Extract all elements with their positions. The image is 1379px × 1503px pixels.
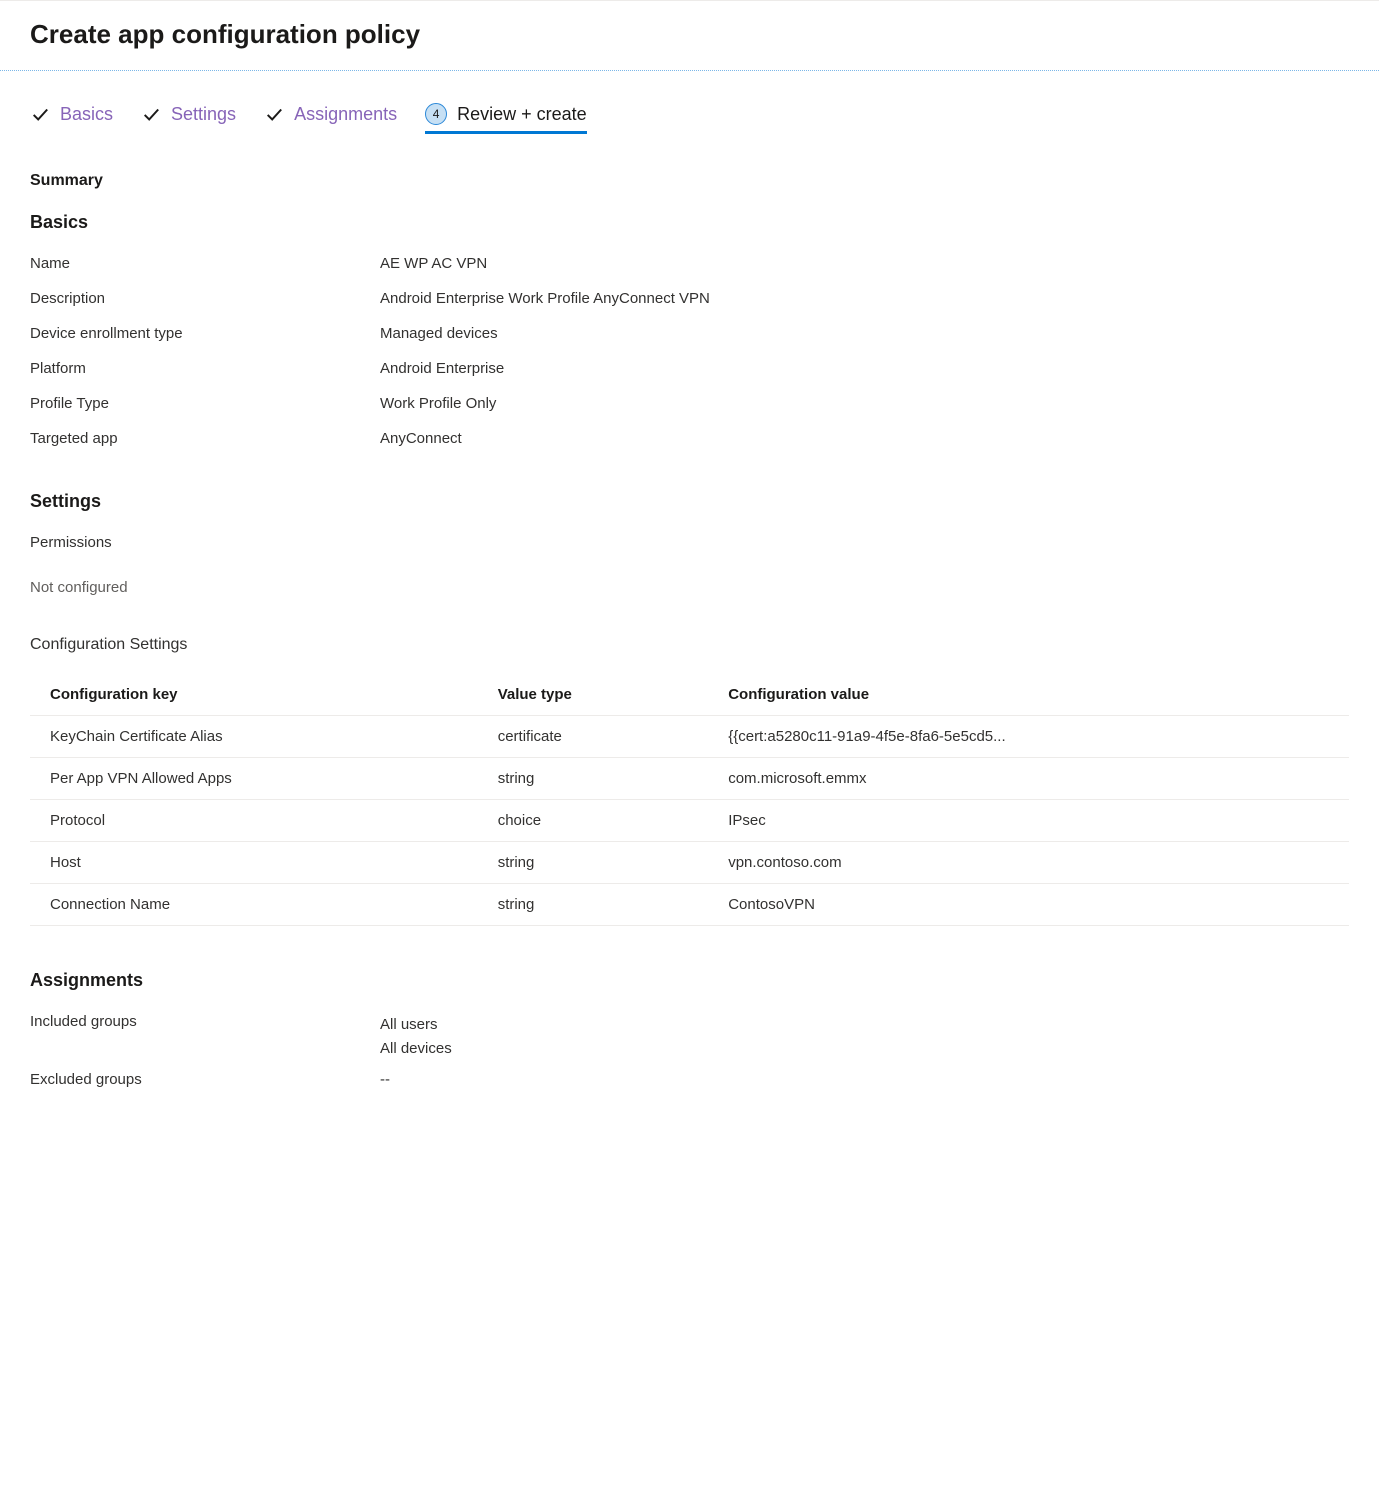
- configuration-settings-table: Configuration key Value type Configurati…: [30, 676, 1349, 926]
- tab-assignments[interactable]: Assignments: [264, 104, 397, 134]
- basics-value-enrollment: Managed devices: [380, 325, 1349, 342]
- check-icon: [141, 104, 161, 124]
- cell-value: ContosoVPN: [708, 884, 1349, 926]
- permissions-value: Not configured: [30, 579, 1349, 596]
- basics-heading: Basics: [30, 212, 1349, 233]
- basics-value-description: Android Enterprise Work Profile AnyConne…: [380, 290, 1349, 307]
- cell-key: Host: [30, 842, 478, 884]
- check-icon: [264, 104, 284, 124]
- excluded-groups-value: --: [380, 1071, 1349, 1088]
- cell-type: string: [478, 884, 709, 926]
- assignments-grid: Included groups All users All devices Ex…: [30, 1013, 1349, 1088]
- tab-review-create[interactable]: 4 Review + create: [425, 103, 587, 134]
- excluded-groups-label: Excluded groups: [30, 1071, 380, 1088]
- tab-label: Settings: [171, 104, 236, 125]
- basics-key-name: Name: [30, 255, 380, 272]
- basics-value-platform: Android Enterprise: [380, 360, 1349, 377]
- basics-key-platform: Platform: [30, 360, 380, 377]
- cell-value: com.microsoft.emmx: [708, 758, 1349, 800]
- table-row: Host string vpn.contoso.com: [30, 842, 1349, 884]
- cell-key: Connection Name: [30, 884, 478, 926]
- table-row: KeyChain Certificate Alias certificate {…: [30, 716, 1349, 758]
- step-number-badge: 4: [425, 103, 447, 125]
- tab-settings[interactable]: Settings: [141, 104, 236, 134]
- check-icon: [30, 104, 50, 124]
- basics-key-enrollment: Device enrollment type: [30, 325, 380, 342]
- table-row: Per App VPN Allowed Apps string com.micr…: [30, 758, 1349, 800]
- basics-key-targeted-app: Targeted app: [30, 430, 380, 447]
- basics-key-description: Description: [30, 290, 380, 307]
- col-header-type[interactable]: Value type: [478, 676, 709, 716]
- basics-value-name: AE WP AC VPN: [380, 255, 1349, 272]
- configuration-settings-heading: Configuration Settings: [30, 636, 1349, 654]
- page-content: Basics Settings Assignments 4 Review + c…: [0, 71, 1379, 1118]
- included-groups-values: All users All devices: [380, 1013, 1349, 1061]
- included-group-value: All users: [380, 1013, 1349, 1037]
- tab-label: Basics: [60, 104, 113, 125]
- cell-type: string: [478, 758, 709, 800]
- basics-value-targeted-app: AnyConnect: [380, 430, 1349, 447]
- included-group-value: All devices: [380, 1037, 1349, 1061]
- col-header-value[interactable]: Configuration value: [708, 676, 1349, 716]
- tab-basics[interactable]: Basics: [30, 104, 113, 134]
- cell-value: {{cert:a5280c11-91a9-4f5e-8fa6-5e5cd5...: [708, 716, 1349, 758]
- table-row: Protocol choice IPsec: [30, 800, 1349, 842]
- cell-type: choice: [478, 800, 709, 842]
- page-header: Create app configuration policy: [0, 0, 1379, 71]
- table-header-row: Configuration key Value type Configurati…: [30, 676, 1349, 716]
- included-groups-label: Included groups: [30, 1013, 380, 1061]
- page-title: Create app configuration policy: [30, 19, 1349, 50]
- cell-type: certificate: [478, 716, 709, 758]
- col-header-key[interactable]: Configuration key: [30, 676, 478, 716]
- settings-heading: Settings: [30, 491, 1349, 512]
- tab-label: Review + create: [457, 104, 587, 125]
- summary-heading: Summary: [30, 172, 1349, 190]
- tab-label: Assignments: [294, 104, 397, 125]
- table-row: Connection Name string ContosoVPN: [30, 884, 1349, 926]
- cell-key: Per App VPN Allowed Apps: [30, 758, 478, 800]
- cell-key: Protocol: [30, 800, 478, 842]
- basics-grid: Name AE WP AC VPN Description Android En…: [30, 255, 1349, 447]
- cell-value: vpn.contoso.com: [708, 842, 1349, 884]
- permissions-label: Permissions: [30, 534, 1349, 551]
- basics-key-profile-type: Profile Type: [30, 395, 380, 412]
- cell-value: IPsec: [708, 800, 1349, 842]
- permissions-block: Permissions Not configured: [30, 534, 1349, 596]
- basics-value-profile-type: Work Profile Only: [380, 395, 1349, 412]
- cell-key: KeyChain Certificate Alias: [30, 716, 478, 758]
- cell-type: string: [478, 842, 709, 884]
- wizard-tabs: Basics Settings Assignments 4 Review + c…: [30, 103, 1349, 134]
- assignments-heading: Assignments: [30, 970, 1349, 991]
